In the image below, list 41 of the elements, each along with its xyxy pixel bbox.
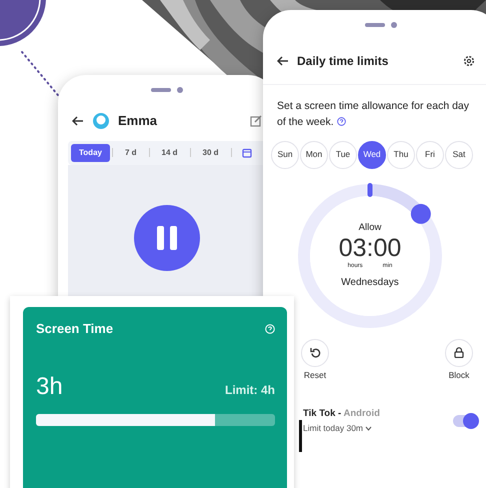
toggle-switch[interactable]: [453, 414, 477, 427]
screen-title: Daily time limits: [297, 53, 388, 70]
action-label: Reset: [304, 368, 326, 382]
start-marker: [368, 182, 372, 196]
settings-icon[interactable]: [463, 55, 475, 67]
limit-dropdown[interactable]: Limit today 30m: [303, 422, 380, 434]
time-value: 3h: [36, 374, 63, 398]
range-tab[interactable]: 7 d: [114, 144, 147, 162]
platform-label: Android: [343, 408, 380, 420]
day-button[interactable]: Tue: [329, 140, 357, 168]
undo-icon: [310, 347, 320, 358]
limit-label: Limit: 4h: [225, 382, 275, 398]
lock-icon: [454, 347, 464, 358]
range-tab[interactable]: 30 d: [192, 144, 229, 162]
back-arrow-icon[interactable]: [277, 56, 289, 66]
day-button[interactable]: Mon: [300, 140, 328, 168]
help-icon[interactable]: [336, 117, 346, 126]
card-title: Screen Time: [36, 320, 114, 338]
range-tab[interactable]: Today: [71, 144, 110, 162]
app-name: Tik Tok -: [303, 408, 342, 420]
block-button[interactable]: [445, 338, 473, 366]
range-tab[interactable]: 14 d: [152, 144, 188, 162]
child-name: Emma: [118, 112, 158, 130]
time-value: 03:00: [338, 234, 402, 262]
edit-icon[interactable]: [250, 114, 262, 127]
avatar-icon: [92, 112, 110, 130]
dial-handle[interactable]: [410, 203, 431, 224]
day-button[interactable]: Fri: [416, 140, 444, 168]
back-arrow-icon[interactable]: [72, 116, 84, 126]
reset-button[interactable]: [301, 338, 329, 366]
chevron-icon: [365, 426, 372, 431]
action-label: Block: [448, 368, 470, 382]
calendar-icon[interactable]: [242, 148, 252, 158]
day-button[interactable]: Wed: [358, 140, 386, 168]
day-button[interactable]: Sun: [271, 140, 299, 168]
day-label: Wednesdays: [341, 276, 399, 290]
day-button[interactable]: Thu: [387, 140, 415, 168]
pause-icon: [155, 224, 179, 250]
description: Set a screen time allowance for each day of the week.: [276, 99, 470, 130]
day-button[interactable]: Sat: [445, 140, 473, 168]
dial-caption: Allow: [358, 220, 382, 235]
